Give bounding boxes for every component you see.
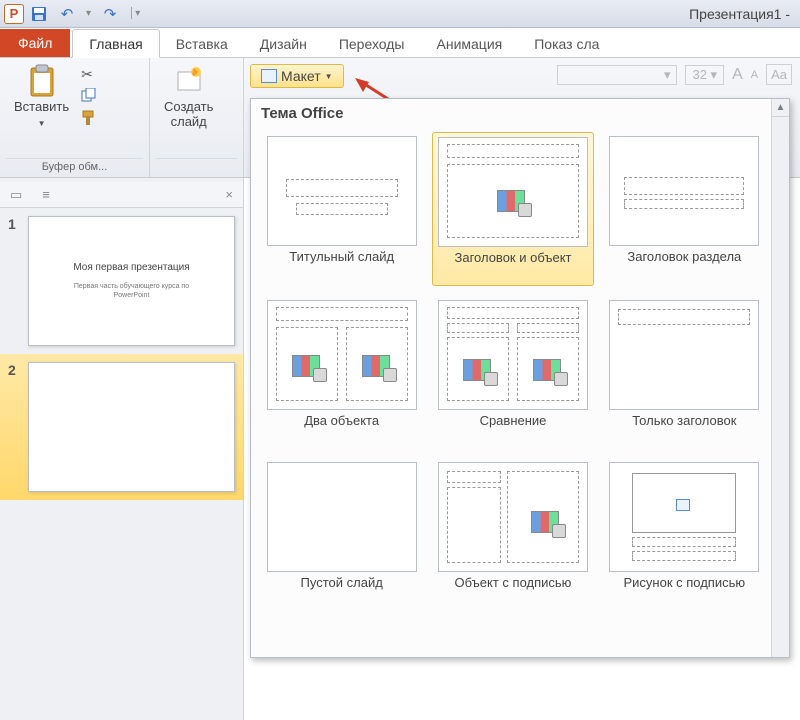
slide-title: Моя первая презентация: [73, 262, 189, 273]
slide-number: 1: [8, 216, 22, 346]
tab-home[interactable]: Главная: [72, 29, 159, 58]
layout-caption: Заголовок раздела: [627, 250, 741, 280]
chevron-down-icon: ▼: [38, 119, 46, 128]
tab-file[interactable]: Файл: [0, 29, 70, 57]
layout-icon: [261, 69, 277, 83]
clipboard-icon: [25, 64, 59, 98]
layout-section-header[interactable]: Заголовок раздела: [604, 132, 765, 286]
qat-dropdown[interactable]: │▾: [129, 8, 140, 19]
layout-caption: Объект с подписью: [455, 576, 572, 606]
slide-panel: ▭ ≡ × 1 Моя первая презентация Первая ча…: [0, 178, 244, 720]
group-clipboard: Вставить ▼ ✂ Буфер обм...: [0, 58, 150, 177]
layout-caption: Сравнение: [480, 414, 547, 444]
layout-title-content[interactable]: Заголовок и объект: [432, 132, 593, 286]
group-slides: Создать слайд: [150, 58, 244, 177]
new-slide-icon: [172, 64, 206, 98]
group-label-slides: [156, 158, 237, 175]
panel-tabs: ▭ ≡ ×: [0, 182, 243, 208]
tab-slideshow[interactable]: Показ сла: [518, 30, 615, 57]
layout-caption: Титульный слайд: [289, 250, 394, 280]
slide-thumb-1[interactable]: 1 Моя первая презентация Первая часть об…: [0, 208, 243, 354]
layout-caption: Два объекта: [304, 414, 379, 444]
copy-icon[interactable]: [81, 88, 99, 104]
window-title: Презентация1 -: [140, 6, 796, 22]
gallery-scrollbar[interactable]: ▲: [771, 99, 789, 657]
tab-animation[interactable]: Анимация: [421, 30, 519, 57]
tab-design[interactable]: Дизайн: [244, 30, 323, 57]
slide-subtitle: Первая часть обучающего курса по PowerPo…: [74, 283, 189, 300]
app-icon: P: [4, 4, 24, 24]
new-slide-label: Создать слайд: [164, 100, 213, 130]
title-bar: P ↶ ▾ ↷ │▾ Презентация1 -: [0, 0, 800, 28]
layout-two-content[interactable]: Два объекта: [261, 296, 422, 448]
tab-insert[interactable]: Вставка: [160, 30, 244, 57]
scroll-up-icon[interactable]: ▲: [772, 99, 789, 117]
format-painter-icon[interactable]: [81, 110, 99, 126]
qat-separator: ▾: [86, 8, 91, 19]
paste-button[interactable]: Вставить ▼: [6, 62, 77, 132]
layout-comparison[interactable]: Сравнение: [432, 296, 593, 448]
outline-tab-icon[interactable]: ▭: [10, 187, 22, 203]
layout-blank[interactable]: Пустой слайд: [261, 458, 422, 610]
layout-dropdown-button[interactable]: Макет ▼: [250, 64, 344, 88]
layout-caption: Пустой слайд: [301, 576, 383, 606]
layout-title-only[interactable]: Только заголовок: [604, 296, 765, 448]
chevron-down-icon: ▼: [325, 72, 333, 81]
group-label-clipboard: Буфер обм...: [6, 158, 143, 175]
new-slide-button[interactable]: Создать слайд: [156, 62, 221, 132]
quick-access-toolbar: ↶ ▾ ↷ │▾: [30, 5, 140, 23]
layout-content-caption[interactable]: Объект с подписью: [432, 458, 593, 610]
gallery-theme-label: Тема Office: [251, 99, 789, 128]
layout-label: Макет: [281, 68, 321, 84]
layout-title-slide[interactable]: Титульный слайд: [261, 132, 422, 286]
layout-picture-caption[interactable]: Рисунок с подписью: [604, 458, 765, 610]
layout-caption: Заголовок и объект: [454, 251, 571, 281]
ribbon: Вставить ▼ ✂ Буфер обм... Создать слайд: [0, 58, 800, 178]
undo-icon[interactable]: ↶: [58, 5, 76, 23]
ribbon-tabs: Файл Главная Вставка Дизайн Переходы Ани…: [0, 28, 800, 58]
save-icon[interactable]: [30, 5, 48, 23]
cut-icon[interactable]: ✂: [81, 66, 99, 82]
font-size-value: 32: [692, 67, 706, 82]
slide-number: 2: [8, 362, 22, 492]
font-controls-disabled: ▾ 32 ▾ AA Aa: [557, 64, 792, 85]
paste-label: Вставить: [14, 99, 69, 114]
layout-caption: Только заголовок: [632, 414, 736, 444]
layout-gallery: ▲ Тема Office Титульный слайд Заголовок …: [250, 98, 790, 658]
slide-thumb-2[interactable]: 2: [0, 354, 243, 500]
thumbnails-tab-icon[interactable]: ≡: [42, 187, 50, 202]
panel-close-icon[interactable]: ×: [225, 187, 233, 202]
tab-transitions[interactable]: Переходы: [323, 30, 421, 57]
layout-caption: Рисунок с подписью: [623, 576, 745, 606]
redo-icon[interactable]: ↷: [101, 5, 119, 23]
